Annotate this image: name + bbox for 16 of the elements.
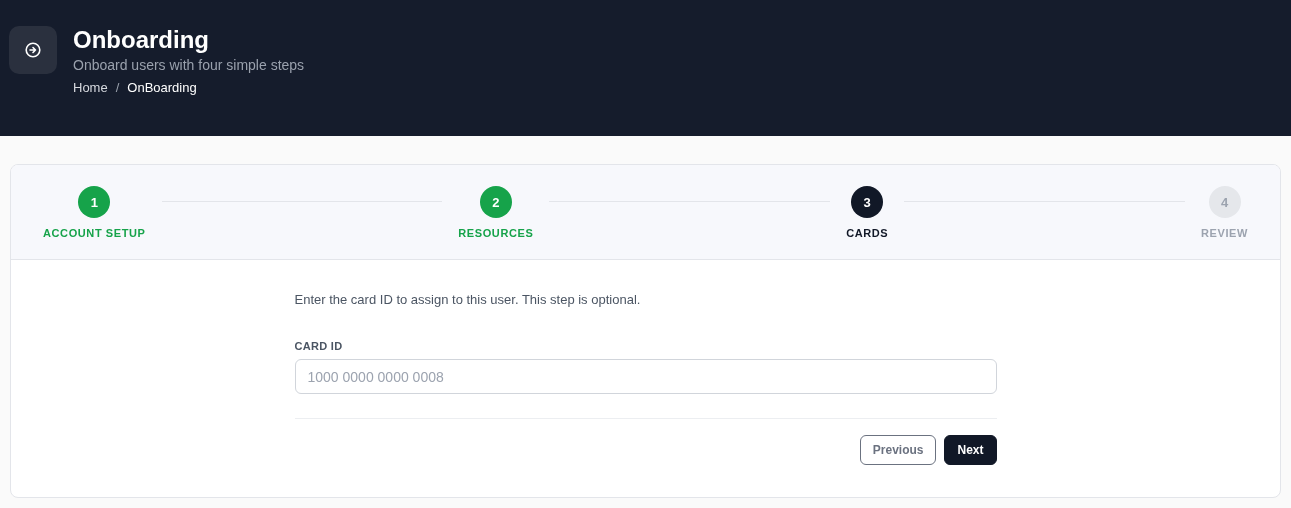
step-label: REVIEW — [1201, 227, 1248, 239]
page-subtitle: Onboard users with four simple steps — [73, 57, 305, 73]
breadcrumb-link[interactable]: OnBoarding — [127, 80, 197, 95]
step-number[interactable]: 3 — [851, 186, 884, 218]
step-label: ACCOUNT SETUP — [43, 227, 146, 239]
page-title: Onboarding — [73, 26, 210, 54]
arrow-circle-icon — [25, 42, 41, 58]
next-button[interactable]: Next — [944, 435, 997, 465]
breadcrumb-link[interactable]: Home — [73, 80, 108, 95]
previous-button[interactable]: Previous — [859, 435, 937, 465]
step-label: RESOURCES — [458, 227, 534, 239]
breadcrumb-separator: / — [115, 80, 120, 95]
step-label: CARDS — [846, 227, 889, 239]
intro-text: Enter the card ID to assign to this user. This step is optional. — [294, 292, 642, 307]
field-label: CARD ID — [294, 340, 344, 352]
input-field[interactable]: 1000 0000 0000 0008 — [294, 359, 997, 394]
